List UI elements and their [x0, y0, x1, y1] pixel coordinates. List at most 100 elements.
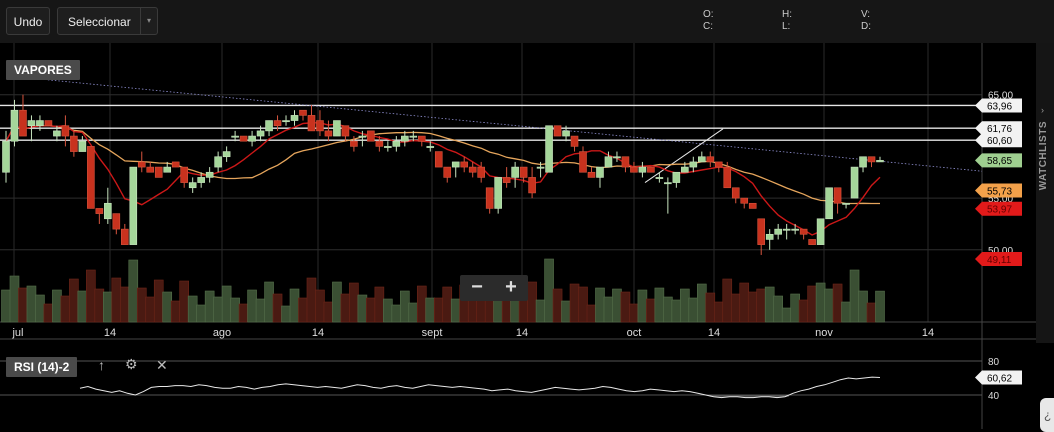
candle-body [714, 161, 723, 168]
ohlc-date-label: D: [861, 21, 871, 32]
price-tag: 63,96 [975, 98, 1022, 113]
chevron-down-icon[interactable]: ▾ [140, 8, 157, 34]
candle [867, 156, 876, 168]
undo-button[interactable]: Undo [6, 7, 50, 35]
candle-body [307, 115, 316, 132]
candle [621, 156, 630, 173]
candle-body [723, 166, 732, 189]
watchlists-sidebar[interactable]: › WATCHLISTS [1036, 43, 1054, 343]
volume-bar [425, 297, 436, 323]
x-tick-label: ago [213, 327, 231, 339]
candle-body [36, 120, 44, 127]
candle-body [358, 135, 367, 138]
help-button[interactable]: ¿ [1040, 398, 1054, 432]
candle [570, 135, 579, 152]
volume-bar [476, 299, 486, 323]
candle [95, 208, 104, 224]
volume-bar [798, 299, 809, 323]
candle-body [672, 171, 681, 183]
candle [587, 167, 596, 178]
watchlists-label: WATCHLISTS [1038, 121, 1049, 191]
candle [205, 167, 214, 183]
chevron-right-icon[interactable]: › [1041, 105, 1044, 115]
candle-body [655, 177, 664, 179]
candle [180, 166, 188, 188]
volume-bar [561, 300, 571, 323]
candle-body [799, 228, 808, 235]
gear-icon[interactable]: ⚙ [125, 356, 138, 373]
volume-bar [637, 289, 648, 323]
volume-bar [43, 303, 54, 323]
volume-bar [9, 275, 20, 323]
candle-body [434, 151, 443, 168]
candle-body [528, 177, 536, 194]
candle-body [833, 187, 842, 204]
x-tick-label: 14 [104, 327, 116, 339]
zoom-in-button[interactable]: + [494, 275, 528, 301]
candle-body [638, 166, 647, 173]
volume-bar [697, 283, 707, 323]
candle-body [197, 177, 205, 183]
volume-bar [756, 288, 767, 323]
candle-body [689, 161, 698, 168]
select-dropdown[interactable]: Seleccionar ▾ [57, 7, 158, 35]
volume-bar [35, 294, 45, 323]
candle-body [545, 125, 553, 173]
candle [333, 120, 341, 137]
volume-bar [875, 290, 885, 323]
select-dropdown-label: Seleccionar [68, 15, 131, 29]
volume-bar [323, 301, 334, 323]
zoom-out-button[interactable]: − [460, 275, 494, 301]
volume-bar [281, 305, 291, 323]
price-tag: 53,97 [975, 201, 1022, 216]
volume-bar [824, 288, 834, 323]
candle-body [774, 228, 782, 235]
volume-bar [128, 259, 139, 323]
candle [485, 187, 494, 214]
candle-body [341, 125, 350, 137]
volume-bar [790, 293, 800, 323]
volume-bar [230, 297, 240, 323]
candle [222, 146, 231, 162]
candle-body [384, 146, 392, 148]
x-axis-labels: jul 14 ago 14 sept 14 oct 14 nov 14 [11, 327, 934, 339]
price-tag-label: 58,65 [987, 156, 1012, 167]
candle [859, 156, 867, 173]
candle-body [604, 156, 613, 168]
price-tag: 60,60 [975, 133, 1022, 148]
volume-bar [730, 293, 741, 323]
candle-body [299, 109, 307, 116]
volume-bar [247, 289, 257, 323]
arrow-up-icon[interactable]: ↑ [98, 357, 105, 373]
price-tag: 58,65 [975, 153, 1022, 168]
volume-bar [357, 294, 368, 323]
candle-body [231, 135, 239, 138]
candle-body [859, 156, 867, 168]
volume-bar [518, 298, 529, 323]
candle-body [154, 166, 163, 178]
volume-bar [841, 301, 851, 323]
zoom-control: − + [460, 275, 528, 301]
volume-bar [289, 288, 300, 323]
volume-bar [663, 296, 673, 323]
candle-body [536, 166, 545, 169]
candle-body [842, 202, 850, 205]
x-tick-label: 14 [516, 327, 528, 339]
close-icon[interactable]: ✕ [156, 357, 168, 374]
candle-body [757, 218, 766, 245]
candle-body [850, 166, 859, 199]
candle [239, 135, 248, 142]
candle-body [205, 171, 214, 178]
candle-body [443, 166, 452, 178]
candle [672, 171, 681, 188]
candle-body [477, 166, 485, 178]
volume-bar [747, 291, 758, 323]
x-tick-label: nov [815, 327, 833, 339]
volume-bar [349, 282, 359, 323]
volume-bar [764, 286, 775, 323]
candle-body [239, 135, 248, 142]
candle-body [95, 208, 104, 214]
volume-bar [332, 281, 342, 323]
candle-body [791, 228, 799, 231]
volume-bar [187, 295, 198, 323]
